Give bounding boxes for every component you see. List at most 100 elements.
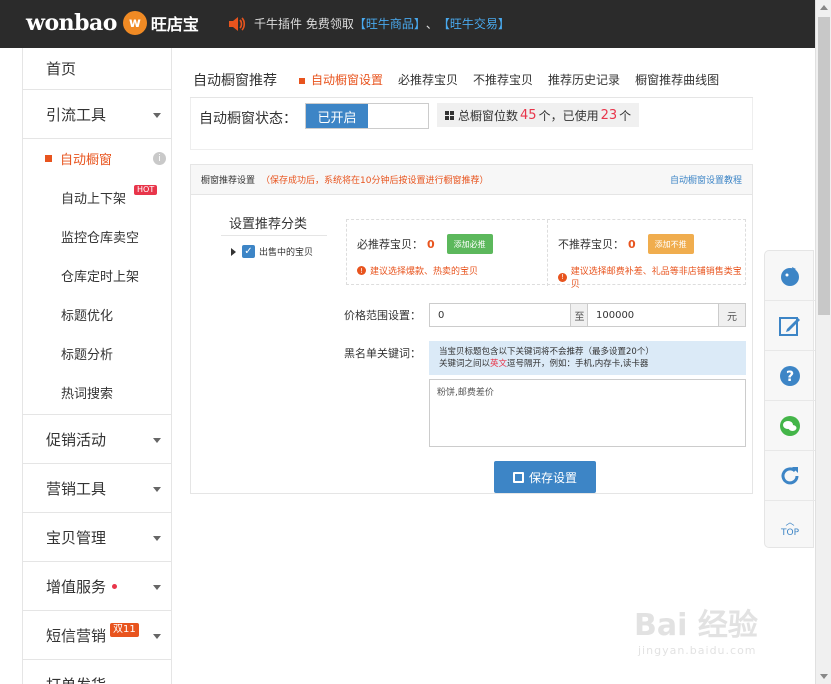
sidebar-item-label: 宝贝管理 (46, 528, 107, 547)
price-max-input[interactable]: 100000 (587, 303, 719, 327)
float-help-button[interactable]: ? (765, 351, 815, 401)
active-bullet-icon (45, 155, 52, 162)
sidebar-item-traffic[interactable]: 引流工具 (23, 90, 171, 139)
settings-panel: 橱窗推荐设置 （保存成功后，系统将在10分钟后按设置进行橱窗推荐） 自动橱窗设置… (190, 164, 753, 494)
logo[interactable]: wonbao w 旺店宝 (26, 10, 199, 36)
window-count: 总橱窗位数 45 个，已使用 23 个 (437, 103, 640, 127)
float-wechat-button[interactable] (765, 401, 815, 451)
chevron-down-icon (153, 487, 161, 492)
count-mid: 个，已使用 (538, 108, 599, 123)
float-edit-button[interactable] (765, 301, 815, 351)
sidebar-sub-title-analysis[interactable]: 标题分析 (23, 334, 171, 373)
sidebar-sub-label: 自动上下架 (61, 192, 127, 207)
notice-text: 千牛插件 免费领取 (254, 17, 354, 31)
auto-window-toggle[interactable]: 已开启 (305, 103, 429, 129)
sidebar-submenu: 自动橱窗 i 自动上下架 HOT 监控仓库卖空 仓库定时上架 标题优化 标题分析… (23, 139, 171, 415)
chevron-up-icon: ︿ (785, 517, 795, 528)
tutorial-link[interactable]: 自动橱窗设置教程 (670, 173, 742, 186)
sidebar-item-value-added[interactable]: 增值服务 (23, 562, 171, 611)
price-min-value: 0 (438, 309, 445, 321)
sidebar-sub-stock-monitor[interactable]: 监控仓库卖空 (23, 217, 171, 256)
tab-curve-chart[interactable]: 橱窗推荐曲线图 (635, 71, 719, 88)
save-disk-icon (512, 471, 524, 483)
sidebar-item-label: 打单发货 (46, 674, 106, 684)
scroll-up-arrow-icon[interactable] (820, 5, 828, 10)
add-no-button[interactable]: 添加不推 (647, 234, 694, 254)
sidebar-sub-label: 热词搜索 (61, 387, 114, 402)
chevron-down-icon (153, 585, 161, 590)
sidebar-sub-scheduled-listing[interactable]: 仓库定时上架 (23, 256, 171, 295)
checkbox-checked-icon[interactable]: ✓ (242, 245, 255, 258)
baidu-watermark: Bai 经验 jingyan.baidu.com (634, 600, 758, 657)
must-label: 必推荐宝贝： (357, 238, 423, 251)
category-tree-item[interactable]: ✓ 出售中的宝贝 (231, 245, 313, 258)
float-mascot-button[interactable] (765, 251, 815, 301)
sidebar-sub-label: 自动橱窗 (60, 153, 113, 168)
speaker-icon (229, 16, 246, 31)
sidebar-sub-label: 仓库定时上架 (61, 270, 140, 285)
used-windows: 23 (600, 107, 618, 123)
save-settings-button[interactable]: 保存设置 (494, 461, 596, 493)
price-min-input[interactable]: 0 (429, 303, 571, 327)
sidebar-sub-label: 标题分析 (61, 348, 114, 363)
sidebar-sub-hot-words[interactable]: 热词搜索 (23, 373, 171, 412)
sidebar-item-marketing[interactable]: 营销工具 (23, 464, 171, 513)
panel-header: 橱窗推荐设置 （保存成功后，系统将在10分钟后按设置进行橱窗推荐） 自动橱窗设置… (191, 165, 752, 195)
sidebar-item-goods[interactable]: 宝贝管理 (23, 513, 171, 562)
sidebar-item-label: 首页 (46, 60, 77, 78)
must-tip-text: 建议选择爆款、热卖的宝贝 (370, 267, 479, 277)
sidebar-sub-label: 监控仓库卖空 (61, 231, 140, 246)
status-row: 自动橱窗状态： 已开启 总橱窗位数 45 个，已使用 23 个 (190, 98, 753, 150)
tab-history[interactable]: 推荐历史记录 (548, 71, 620, 88)
sidebar-item-label: 短信营销 (46, 626, 107, 645)
price-label: 价格范围设置： (344, 309, 421, 322)
info-icon[interactable]: i (153, 152, 166, 165)
hot-badge: HOT (134, 185, 158, 195)
float-top-button[interactable]: ︿ TOP (765, 501, 815, 551)
price-to-label: 至 (571, 303, 588, 327)
tab-must-recommend[interactable]: 必推荐宝贝 (398, 71, 458, 88)
blacklist-textarea[interactable]: 粉饼,邮费差价 (429, 379, 746, 447)
sidebar-item-sms[interactable]: 短信营销 双11 (23, 611, 171, 660)
panel-hint: （保存成功后，系统将在10分钟后按设置进行橱窗推荐） (261, 176, 489, 186)
must-recommend-row: 必推荐宝贝： 0 添加必推 (357, 234, 493, 254)
logo-cn: 旺店宝 (150, 15, 199, 34)
notification-dot-icon (112, 583, 118, 589)
vertical-scrollbar[interactable] (815, 0, 831, 684)
sidebar-item-label: 引流工具 (46, 105, 107, 124)
svg-text:?: ? (786, 369, 794, 385)
sidebar-sub-auto-window[interactable]: 自动橱窗 i (23, 139, 171, 178)
double11-badge: 双11 (110, 623, 139, 637)
watermark-main: Bai 经验 (634, 608, 758, 643)
hint-part-c: 逗号隔开，例如：手机,内存卡,读卡器 (507, 359, 649, 369)
add-must-button[interactable]: 添加必推 (446, 234, 493, 254)
sidebar-item-label: 促销活动 (46, 430, 107, 449)
no-label: 不推荐宝贝： (558, 238, 624, 251)
count-suffix: 个 (619, 108, 632, 123)
sidebar-item-home[interactable]: 首页 (23, 48, 171, 90)
sidebar-item-print[interactable]: 打单发货 (23, 660, 171, 684)
scroll-thumb[interactable] (818, 17, 830, 315)
must-count: 0 (427, 237, 435, 251)
category-divider (221, 235, 327, 236)
no-recommend-col: 不推荐宝贝： 0 添加不推 ! 建议选择邮费补差、礼品等非店铺销售类宝贝 (547, 220, 746, 290)
notice-link-trade[interactable]: 【旺牛交易】 (438, 15, 510, 32)
tab-auto-window-settings[interactable]: 自动橱窗设置 (299, 71, 383, 88)
scroll-down-arrow-icon[interactable] (820, 674, 828, 679)
sidebar-sub-title-optimize[interactable]: 标题优化 (23, 295, 171, 334)
hint-part-a: 关键词之间以 (439, 359, 491, 369)
warning-icon: ! (558, 272, 567, 282)
sidebar-item-promo[interactable]: 促销活动 (23, 415, 171, 464)
hint-part-en: 英文 (490, 359, 508, 369)
warning-icon: ! (357, 266, 366, 275)
notice-link-goods[interactable]: 【旺牛商品】 (354, 15, 426, 32)
blacklist-label: 黑名单关键词： (344, 347, 421, 360)
float-refresh-button[interactable] (765, 451, 815, 501)
expand-arrow-icon[interactable] (231, 247, 236, 256)
chevron-down-icon (153, 634, 161, 639)
recommend-box: 必推荐宝贝： 0 添加必推 ! 建议选择爆款、热卖的宝贝 不推荐宝贝： 0 添加… (346, 219, 746, 290)
refresh-icon (781, 466, 799, 484)
sidebar-sub-auto-listing[interactable]: 自动上下架 HOT (23, 178, 171, 217)
tab-no-recommend[interactable]: 不推荐宝贝 (473, 71, 533, 88)
question-icon: ? (780, 365, 800, 386)
